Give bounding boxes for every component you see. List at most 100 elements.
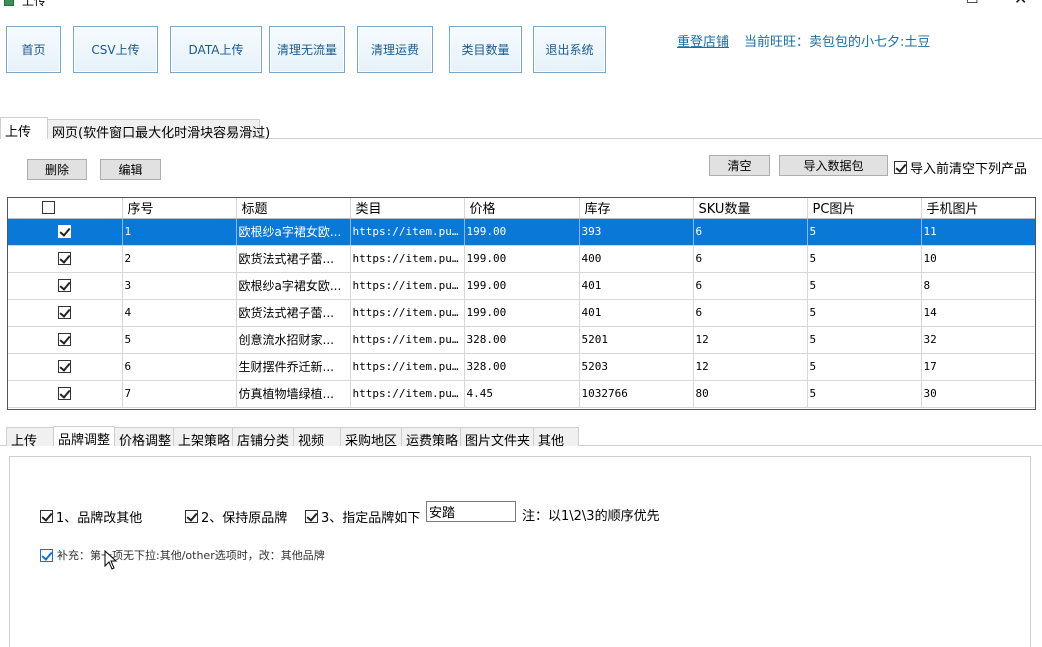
option-brand-to-other[interactable]: 1、品牌改其他 — [40, 507, 142, 526]
column-header[interactable]: PC图片 — [807, 198, 922, 219]
table-row[interactable]: 2 欧货法式裙子蕾... https://item.pu... 199.00 400 6 5… — [8, 245, 1035, 273]
pc-image-cell[interactable]: 5 — [807, 353, 922, 381]
price-cell[interactable]: 199.00 — [464, 245, 580, 273]
tab-price-adjust[interactable]: 价格调整 — [114, 427, 174, 449]
tab-shipping-strategy[interactable]: 运费策略 — [401, 427, 461, 449]
row-number-cell[interactable]: 2 — [122, 245, 237, 273]
price-cell[interactable]: 328.00 — [464, 326, 580, 354]
column-header[interactable]: 手机图片 — [921, 198, 1035, 219]
price-cell[interactable]: 4.45 — [464, 380, 580, 408]
row-checkbox[interactable] — [58, 252, 72, 266]
mobile-image-cell[interactable]: 10 — [921, 245, 1035, 273]
column-header[interactable]: 价格 — [464, 198, 580, 219]
tab-webpage[interactable]: 网页(软件窗口最大化时滑块容易滑过) — [47, 119, 270, 141]
tab-shop-category[interactable]: 店铺分类 — [232, 427, 294, 449]
pc-image-cell[interactable]: 5 — [807, 380, 922, 408]
import-package-button[interactable]: 导入数据包 — [779, 155, 888, 176]
stock-cell[interactable]: 393 — [579, 218, 694, 246]
row-number-cell[interactable]: 6 — [122, 353, 237, 381]
sku-count-cell[interactable]: 12 — [693, 353, 808, 381]
sku-count-cell[interactable]: 12 — [693, 326, 808, 354]
stock-cell[interactable]: 401 — [579, 272, 694, 300]
category-cell[interactable]: https://item.pu... — [350, 272, 465, 300]
checkbox-icon[interactable] — [894, 161, 907, 174]
category-count-button[interactable]: 类目数量 — [449, 26, 522, 73]
table-row[interactable]: 5 创意流水招财家... https://item.pu... 328.00 5201 1… — [8, 326, 1035, 354]
mobile-image-cell[interactable]: 32 — [921, 326, 1035, 354]
pc-image-cell[interactable]: 5 — [807, 272, 922, 300]
pc-image-cell[interactable]: 5 — [807, 218, 922, 246]
category-cell[interactable]: https://item.pu... — [350, 218, 465, 246]
mobile-image-cell[interactable]: 17 — [921, 353, 1035, 381]
tab-upload-lower[interactable]: 上传 — [6, 427, 54, 449]
title-cell[interactable]: 仿真植物墙绿植... — [236, 380, 351, 408]
sku-count-cell[interactable]: 80 — [693, 380, 808, 408]
mobile-image-cell[interactable]: 14 — [921, 299, 1035, 327]
checkbox-icon[interactable] — [40, 548, 53, 562]
row-checkbox-cell[interactable] — [8, 245, 123, 273]
column-header[interactable]: 类目 — [350, 198, 465, 219]
row-checkbox[interactable] — [58, 360, 72, 374]
table-row[interactable]: 3 欧根纱a字裙女欧... https://item.pu... 199.00 401 6… — [8, 272, 1035, 300]
price-cell[interactable]: 199.00 — [464, 272, 580, 300]
stock-cell[interactable]: 400 — [579, 245, 694, 273]
clear-before-import-checkbox[interactable]: 导入前清空下列产品 — [894, 158, 1027, 177]
row-checkbox-cell[interactable] — [8, 299, 123, 327]
select-all-header[interactable] — [8, 198, 123, 219]
category-cell[interactable]: https://item.pu... — [350, 380, 465, 408]
relogin-link[interactable]: 重登店铺 — [677, 31, 729, 50]
checkbox-icon[interactable] — [40, 510, 53, 523]
stock-cell[interactable]: 401 — [579, 299, 694, 327]
row-checkbox-cell[interactable] — [8, 326, 123, 354]
row-checkbox[interactable] — [58, 306, 72, 320]
title-cell[interactable]: 欧根纱a字裙女欧... — [236, 218, 351, 246]
row-number-cell[interactable]: 3 — [122, 272, 237, 300]
row-checkbox[interactable] — [58, 333, 72, 347]
row-number-cell[interactable]: 1 — [122, 218, 237, 246]
maximize-icon[interactable]: ☐ — [966, 0, 979, 6]
supplement-option[interactable]: 补充：第一项无下拉:其他/other选项时，改：其他品牌 — [40, 547, 325, 563]
pc-image-cell[interactable]: 5 — [807, 326, 922, 354]
row-checkbox-cell[interactable] — [8, 380, 123, 408]
title-cell[interactable]: 生财摆件乔迁新... — [236, 353, 351, 381]
category-cell[interactable]: https://item.pu... — [350, 326, 465, 354]
clear-no-traffic-button[interactable]: 清理无流量 — [269, 26, 345, 73]
sku-count-cell[interactable]: 6 — [693, 218, 808, 246]
select-all-checkbox[interactable] — [42, 201, 55, 215]
exit-system-button[interactable]: 退出系统 — [533, 26, 606, 73]
pc-image-cell[interactable]: 5 — [807, 245, 922, 273]
category-cell[interactable]: https://item.pu... — [350, 353, 465, 381]
title-cell[interactable]: 欧货法式裙子蕾... — [236, 299, 351, 327]
tab-purchase-region[interactable]: 采购地区 — [340, 427, 402, 449]
sku-count-cell[interactable]: 6 — [693, 299, 808, 327]
row-checkbox-cell[interactable] — [8, 353, 123, 381]
mobile-image-cell[interactable]: 8 — [921, 272, 1035, 300]
stock-cell[interactable]: 5201 — [579, 326, 694, 354]
edit-button[interactable]: 编辑 — [100, 159, 161, 180]
price-cell[interactable]: 328.00 — [464, 353, 580, 381]
row-checkbox[interactable] — [58, 387, 72, 401]
tab-image-folder[interactable]: 图片文件夹 — [460, 427, 534, 449]
sku-count-cell[interactable]: 6 — [693, 272, 808, 300]
data-upload-button[interactable]: DATA上传 — [170, 26, 262, 73]
clear-button[interactable]: 清空 — [709, 155, 770, 176]
column-header[interactable]: SKU数量 — [693, 198, 808, 219]
home-button[interactable]: 首页 — [6, 26, 61, 73]
row-number-cell[interactable]: 5 — [122, 326, 237, 354]
price-cell[interactable]: 199.00 — [464, 218, 580, 246]
title-cell[interactable]: 欧根纱a字裙女欧... — [236, 272, 351, 300]
option-specify-brand[interactable]: 3、指定品牌如下 — [305, 507, 420, 526]
csv-upload-button[interactable]: CSV上传 — [73, 26, 158, 73]
tab-listing-strategy[interactable]: 上架策略 — [173, 427, 233, 449]
column-header[interactable]: 库存 — [579, 198, 694, 219]
column-header[interactable]: 序号 — [122, 198, 237, 219]
title-cell[interactable]: 欧货法式裙子蕾... — [236, 245, 351, 273]
table-row[interactable]: 4 欧货法式裙子蕾... https://item.pu... 199.00 401 6 5… — [8, 299, 1035, 327]
table-row[interactable]: 7 仿真植物墙绿植... https://item.pu... 4.45 1032766… — [8, 380, 1035, 408]
tab-brand-adjust[interactable]: 品牌调整 — [53, 426, 115, 448]
checkbox-icon[interactable] — [305, 510, 318, 523]
clear-shipping-button[interactable]: 清理运费 — [357, 26, 433, 73]
tab-other[interactable]: 其他 — [533, 427, 579, 449]
option-keep-brand[interactable]: 2、保持原品牌 — [185, 507, 287, 526]
column-header[interactable]: 标题 — [236, 198, 351, 219]
